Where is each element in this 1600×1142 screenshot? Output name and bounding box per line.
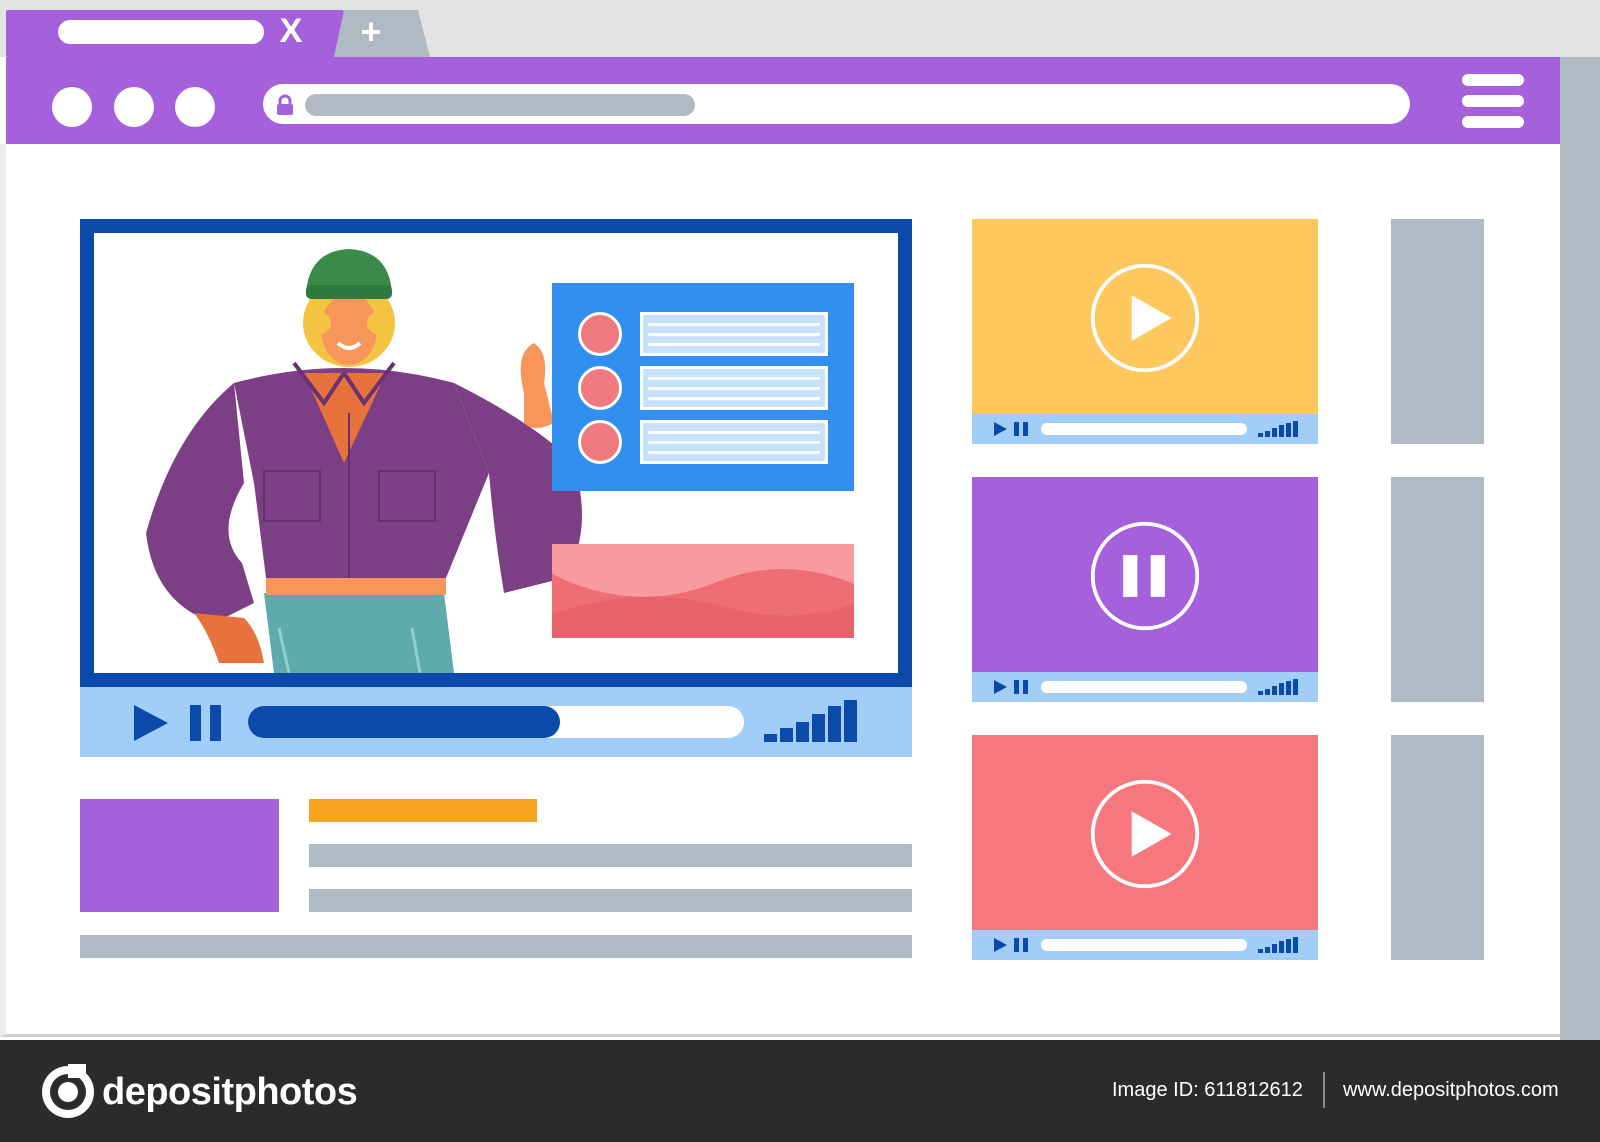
hamburger-menu-icon[interactable] (1462, 74, 1524, 128)
mini-volume-icon[interactable] (1258, 937, 1298, 953)
sidebar-ad-placeholder[interactable] (1391, 735, 1484, 960)
tab-title-placeholder (58, 20, 264, 44)
play-icon[interactable] (132, 703, 172, 743)
window-control-dot[interactable] (175, 87, 215, 127)
mini-volume-icon[interactable] (1258, 421, 1298, 437)
thumbnail-progress-bar[interactable] (1041, 423, 1247, 435)
thumbnail-progress-bar[interactable] (1041, 681, 1247, 693)
plus-icon[interactable]: + (354, 12, 388, 52)
scrollbar[interactable] (1560, 57, 1600, 1040)
mini-play-pause-icon[interactable] (994, 937, 1030, 953)
video-title-placeholder[interactable] (309, 799, 537, 822)
sidebar-ad-placeholder[interactable] (1391, 477, 1484, 702)
volume-bars-icon[interactable] (764, 700, 858, 742)
mini-volume-icon[interactable] (1258, 679, 1298, 695)
description-line (309, 844, 912, 867)
mini-play-pause-icon[interactable] (994, 421, 1030, 437)
slide-bullet (578, 312, 622, 356)
pause-circle-icon[interactable] (1088, 519, 1202, 633)
depositphotos-wordmark: depositphotos (102, 1071, 358, 1113)
slide-text-line (648, 397, 820, 400)
sidebar-ad-placeholder[interactable] (1391, 219, 1484, 444)
pause-icon[interactable] (190, 703, 226, 743)
slide-text-line (648, 323, 820, 326)
play-circle-icon[interactable] (1088, 261, 1202, 375)
lock-icon (277, 94, 293, 115)
slide-text-line (648, 387, 820, 390)
slide-bullet (578, 366, 622, 410)
image-id-label: Image ID: 611812612 (1112, 1079, 1303, 1101)
window-control-dot[interactable] (114, 87, 154, 127)
play-circle-icon[interactable] (1088, 777, 1202, 891)
mini-play-pause-icon[interactable] (994, 679, 1030, 695)
window-control-dot[interactable] (52, 87, 92, 127)
site-url-label: www.depositphotos.com (1343, 1079, 1559, 1101)
slide-text-line (648, 333, 820, 336)
tab-close-button[interactable]: X (274, 14, 308, 48)
channel-thumbnail[interactable] (80, 799, 279, 912)
progress-bar-fill (248, 706, 560, 738)
depositphotos-logo-icon (42, 1064, 94, 1118)
footer-divider (1323, 1072, 1325, 1108)
description-line (309, 889, 912, 912)
slide-text-line (648, 377, 820, 380)
wave-chart-card (552, 544, 854, 638)
thumbnail-progress-bar[interactable] (1041, 939, 1247, 951)
slide-bullet (578, 420, 622, 464)
description-line (80, 935, 912, 958)
slide-text-line (648, 451, 820, 454)
slide-text-line (648, 343, 820, 346)
slide-text-line (648, 441, 820, 444)
url-text-placeholder[interactable] (305, 94, 695, 116)
slide-text-line (648, 431, 820, 434)
